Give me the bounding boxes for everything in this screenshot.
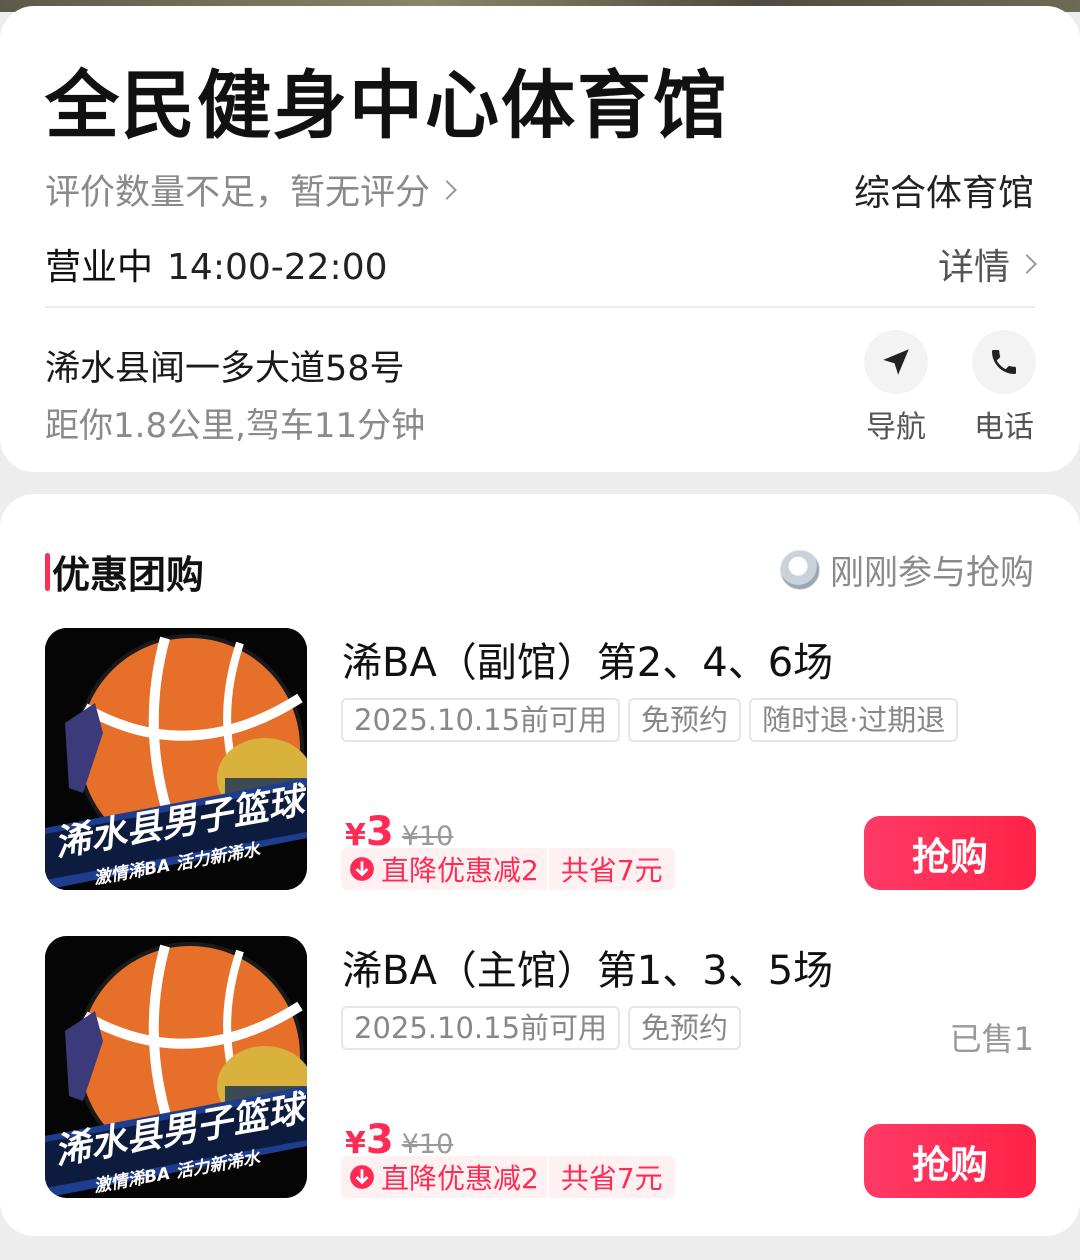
deal-title: 浠BA（副馆）第2、4、6场 (342, 640, 834, 686)
open-status: 营业中 (45, 247, 154, 288)
discount-text: 直降优惠减2 (381, 1162, 539, 1195)
avatar (780, 549, 820, 590)
deal-thumbnail[interactable]: 浠水县男子篮球 激情浠BA 活力新浠水 (45, 628, 307, 890)
deal-title: 浠BA（主馆）第1、3、5场 (342, 948, 834, 994)
tag-no-reservation: 免预约 (628, 698, 742, 742)
buy-button[interactable]: 抢购 (864, 1124, 1036, 1198)
divider (45, 306, 1035, 308)
discount-badge: 直降优惠减2 共省7元 (341, 1156, 675, 1198)
shop-address[interactable]: 浠水县闻一多大道58号 (45, 340, 405, 391)
accent-bar (45, 552, 50, 591)
phone-icon (972, 330, 1036, 394)
deal-thumbnail[interactable]: 浠水县男子篮球 激情浠BA 活力新浠水 (45, 936, 307, 1198)
down-arrow-icon (350, 857, 374, 881)
participants-text: 刚刚参与抢购 (830, 553, 1034, 593)
rating-text: 评价数量不足，暂无评分 (45, 173, 431, 213)
details-link[interactable]: 详情 (937, 238, 1037, 290)
navigate-label: 导航 (866, 410, 926, 445)
deal-item[interactable]: 浠水县男子篮球 激情浠BA 活力新浠水 浠BA（主馆）第1、3、5场 2025.… (0, 934, 1080, 1199)
buy-button[interactable]: 抢购 (864, 816, 1036, 890)
discount-badge: 直降优惠减2 共省7元 (341, 848, 675, 890)
saving-text: 共省7元 (560, 854, 663, 887)
hours-text: 14:00-22:00 (167, 247, 388, 288)
distance-text: 距你1.8公里,驾车11分钟 (45, 406, 426, 446)
rating-link[interactable]: 评价数量不足，暂无评分 (45, 164, 457, 215)
recent-participants: 刚刚参与抢购 (780, 545, 1034, 594)
navigate-arrow-icon (864, 330, 928, 394)
down-arrow-icon (350, 1165, 374, 1189)
details-label: 详情 (937, 247, 1010, 288)
deal-item[interactable]: 浠水县男子篮球 激情浠BA 活力新浠水 浠BA（副馆）第2、4、6场 2025.… (0, 626, 1080, 891)
chevron-right-icon (1017, 254, 1037, 274)
tag-valid-until: 2025.10.15前可用 (341, 1006, 621, 1050)
chevron-right-icon (437, 179, 457, 200)
sold-count: 已售1 (949, 1020, 1034, 1058)
phone-button[interactable]: 电话 (964, 330, 1044, 446)
business-hours: 营业中 14:00-22:00 (45, 238, 388, 290)
saving-text: 共省7元 (560, 1162, 663, 1195)
tag-no-reservation: 免预约 (628, 1006, 742, 1050)
tag-refund-policy: 随时退·过期退 (749, 698, 959, 742)
deals-title: 优惠团购 (52, 553, 205, 597)
deal-tags: 2025.10.15前可用 免预约 随时退·过期退 (341, 698, 959, 742)
deals-header: 优惠团购 (45, 544, 204, 599)
deal-tags: 2025.10.15前可用 免预约 (341, 1006, 742, 1050)
discount-text: 直降优惠减2 (381, 854, 539, 887)
tag-valid-until: 2025.10.15前可用 (341, 698, 621, 742)
shop-category: 综合体育馆 (853, 173, 1034, 214)
shop-name: 全民健身中心体育馆 (45, 63, 729, 149)
phone-label: 电话 (974, 410, 1034, 445)
navigate-button[interactable]: 导航 (856, 330, 936, 446)
